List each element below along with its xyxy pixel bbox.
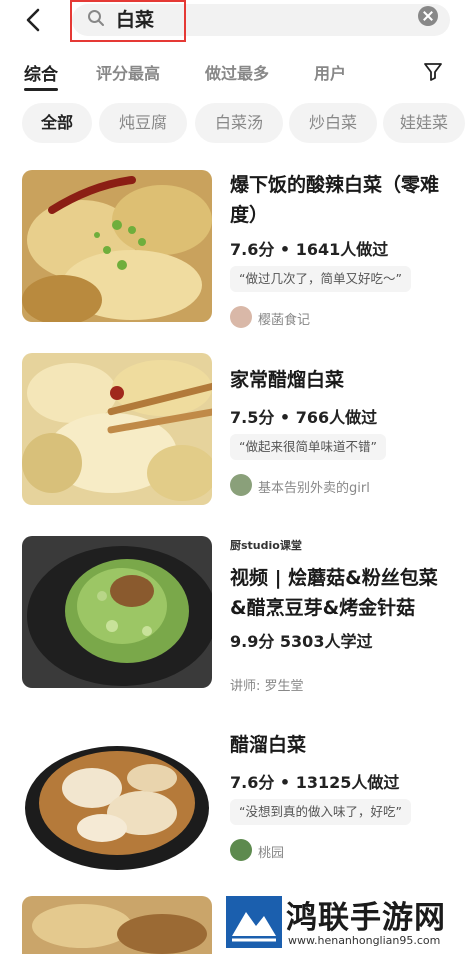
watermark-title: 鸿联手游网 [286,900,446,936]
tab-users[interactable]: 用户 [314,60,346,84]
site-logo-icon [226,896,282,948]
author-name[interactable]: 基本告别外卖的girl [258,477,370,496]
chip-stewed-tofu[interactable]: 炖豆腐 [99,103,187,143]
tab-most-made[interactable]: 做过最多 [205,60,269,84]
category-chips: 全部 炖豆腐 白菜汤 炒白菜 娃娃菜 [0,103,471,143]
instructor-name[interactable]: 讲师: 罗生堂 [230,675,304,694]
chip-cabbage-soup[interactable]: 白菜汤 [195,103,283,143]
site-watermark: 鸿联手游网 www.henanhonglian95.com [222,892,471,954]
recipe-thumbnail[interactable] [22,718,212,870]
recipe-thumbnail[interactable] [22,170,212,322]
recipe-title[interactable]: 视频 | 烩蘑菇&粉丝包菜&醋烹豆芽&烤金针菇 [230,563,450,623]
chip-all[interactable]: 全部 [22,103,92,143]
tab-comprehensive[interactable]: 综合 [24,60,58,85]
recipe-thumbnail[interactable] [22,353,212,505]
search-query-text[interactable]: 白菜 [116,5,154,32]
recipe-title[interactable]: 醋溜白菜 [230,730,450,760]
avatar[interactable] [230,306,252,328]
author-name[interactable]: 桃园 [258,842,284,861]
avatar[interactable] [230,474,252,496]
recipe-title[interactable]: 家常醋熘白菜 [230,365,450,395]
chip-baby-cabbage[interactable]: 娃娃菜 [383,103,465,143]
recipe-stats: 7.5分 • 766人做过 [230,408,378,427]
recipe-card[interactable]: 爆下饭的酸辣白菜（零难度） 7.6分 • 1641人做过 “做过几次了，简单又好… [22,170,452,328]
recipe-card[interactable]: 醋溜白菜 7.6分 • 13125人做过 “没想到真的做入味了，好吃” 桃园 [22,718,452,873]
chip-stir-fried-cabbage[interactable]: 炒白菜 [289,103,377,143]
recipe-review-quote: “没想到真的做入味了，好吃” [230,799,411,825]
recipe-card[interactable]: 厨studio课堂 视频 | 烩蘑菇&粉丝包菜&醋烹豆芽&烤金针菇 9.9分 5… [22,536,452,694]
recipe-stats: 7.6分 • 13125人做过 [230,773,400,792]
clear-search-icon[interactable] [418,6,438,26]
recipe-title[interactable]: 爆下饭的酸辣白菜（零难度） [230,170,450,230]
recipe-thumbnail[interactable] [22,536,212,688]
sort-tabs: 综合 评分最高 做过最多 用户 [0,54,471,94]
recipe-thumbnail[interactable] [22,896,212,954]
active-tab-indicator [24,88,58,91]
top-bar: 白菜 [0,0,471,44]
filter-icon[interactable] [422,60,444,82]
author-name[interactable]: 樱菡食记 [258,309,310,328]
tab-top-rated[interactable]: 评分最高 [96,60,160,84]
recipe-review-quote: “做起来很简单味道不错” [230,434,386,460]
search-icon [88,10,104,26]
recipe-channel-label: 厨studio课堂 [230,539,302,552]
recipe-review-quote: “做过几次了，简单又好吃～” [230,266,411,292]
recipe-card[interactable]: 家常醋熘白菜 7.5分 • 766人做过 “做起来很简单味道不错” 基本告别外卖… [22,353,452,508]
watermark-url: www.henanhonglian95.com [288,934,441,947]
avatar[interactable] [230,839,252,861]
recipe-stats: 9.9分 5303人学过 [230,632,373,651]
recipe-stats: 7.6分 • 1641人做过 [230,240,389,259]
back-arrow-icon[interactable] [20,6,48,34]
